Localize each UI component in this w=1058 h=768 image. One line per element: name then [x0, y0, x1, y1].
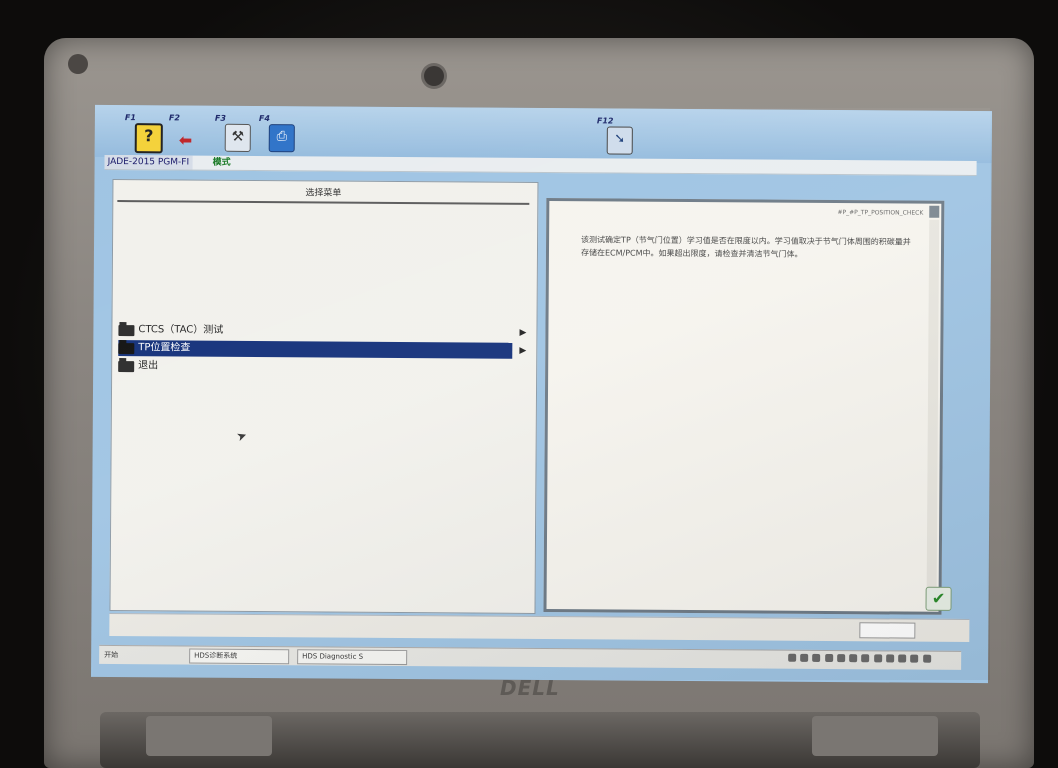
mouse-cursor-icon: ➤	[234, 427, 249, 445]
scrollbar-track[interactable]	[926, 219, 940, 590]
tray-icon[interactable]	[861, 654, 870, 663]
tray-icon[interactable]	[886, 654, 895, 663]
start-button[interactable]: 开始	[101, 648, 121, 662]
screen-code: #P_#P_TP_POSITION_CHECK	[837, 209, 924, 217]
bezel-indicator	[68, 54, 88, 74]
tray-icon[interactable]	[922, 654, 931, 663]
submenu-arrow-icon: ▶	[519, 345, 527, 356]
hinge-right	[812, 716, 938, 756]
tray-icon[interactable]	[824, 653, 833, 663]
menu-item-exit[interactable]: 退出	[118, 358, 512, 377]
bottom-field	[859, 622, 916, 639]
f3-tools-button[interactable]: F3 ⚒	[215, 114, 251, 156]
vehicle-id: JADE-2015 PGM-FI	[104, 154, 193, 170]
mode-indicator: 模式	[212, 157, 231, 168]
hinge-left	[146, 716, 272, 756]
menu-header: 选择菜单	[117, 184, 530, 205]
description-text: 该测试确定TP（节气门位置）学习值是否在限度以内。学习值取决于节气门体周围的积碳…	[580, 235, 911, 259]
back-icon: ⬅	[178, 130, 193, 150]
tools-icon: ⚒	[224, 123, 251, 152]
next-icon: ➘	[606, 126, 633, 155]
print-icon: ⎙	[268, 124, 295, 153]
help-icon: ?	[134, 123, 163, 154]
f2-back-button[interactable]: F2 ⬅	[169, 113, 205, 155]
folder-icon	[118, 325, 135, 337]
tray-icon[interactable]	[898, 654, 907, 663]
scroll-up-button[interactable]	[929, 205, 940, 218]
tray-icon[interactable]	[788, 653, 797, 662]
taskbar-item-hds-diagnostic[interactable]: HDS Diagnostic S	[297, 649, 408, 666]
tray-icon[interactable]	[910, 654, 919, 663]
description-panel: #P_#P_TP_POSITION_CHECK 该测试确定TP（节气门位置）学习…	[543, 198, 945, 615]
f12-next-button[interactable]: F12 ➘	[597, 116, 633, 158]
function-toolbar: F1 ? F2 ⬅ F3 ⚒ F4 ⎙ F12 ➘	[94, 104, 992, 164]
tray-icon[interactable]	[873, 654, 882, 663]
select-menu-panel: 选择菜单 CTCS（TAC）测试 ▶ TP位置检查 ▶ 退出 ➤	[109, 178, 539, 614]
folder-icon	[118, 361, 135, 373]
tray-icon[interactable]	[849, 654, 858, 663]
menu-item-ctcs-test[interactable]: CTCS（TAC）测试 ▶	[118, 322, 526, 341]
tray-icon[interactable]	[812, 653, 821, 662]
tray-icon[interactable]	[800, 653, 809, 662]
taskbar-item-hds[interactable]: HDS诊断系统	[189, 648, 290, 665]
laptop-screen: F1 ? F2 ⬅ F3 ⚒ F4 ⎙ F12 ➘ JADE-2015 PGM-…	[91, 104, 992, 684]
bottom-panel	[109, 612, 970, 642]
system-tray	[787, 653, 957, 667]
folder-icon	[118, 343, 135, 355]
webcam	[424, 66, 444, 86]
submenu-arrow-icon: ▶	[519, 327, 527, 338]
ok-check-button[interactable]: ✔	[925, 586, 952, 611]
f4-print-button[interactable]: F4 ⎙	[259, 114, 295, 156]
taskbar: 开始 HDS诊断系统 HDS Diagnostic S	[99, 644, 962, 670]
f1-help-button[interactable]: F1 ?	[125, 113, 163, 155]
tray-icon[interactable]	[837, 654, 846, 663]
menu-item-tp-position-check[interactable]: TP位置检查 ▶	[118, 340, 526, 359]
